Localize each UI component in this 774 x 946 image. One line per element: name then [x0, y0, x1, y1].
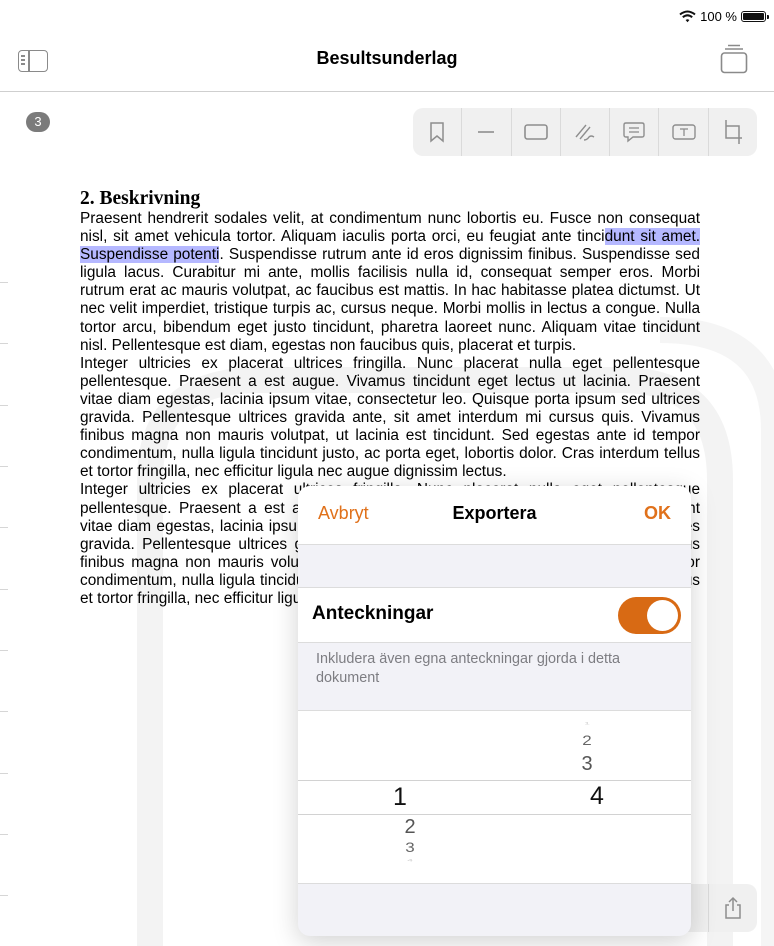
- picker-selection-band: [298, 780, 691, 815]
- annotation-toolbar: [413, 108, 757, 156]
- line-icon: [478, 131, 495, 133]
- dialog-header: Avbryt Exportera OK: [298, 486, 691, 545]
- bookmark-tool[interactable]: [413, 108, 463, 156]
- picker-value: 3: [405, 839, 415, 856]
- crop-tool[interactable]: [709, 108, 757, 156]
- paragraph: Praesent hendrerit sodales velit, at con…: [80, 210, 701, 354]
- comment-icon: [623, 122, 645, 143]
- annotations-option-row: Anteckningar: [298, 587, 691, 643]
- picker-value: 4: [407, 858, 413, 863]
- battery-percentage: 100 %: [700, 9, 737, 24]
- annotations-description: Inkludera även egna anteckningar gjorda …: [316, 651, 621, 686]
- line-tool[interactable]: [462, 108, 512, 156]
- bookmark-icon: [430, 122, 444, 143]
- document-title: Besultsunderlag: [316, 48, 458, 68]
- annotations-label: Anteckningar: [312, 603, 434, 624]
- toggle-knob: [647, 600, 678, 631]
- text-box-tool[interactable]: [659, 108, 709, 156]
- picker-selected-to[interactable]: 4: [580, 782, 614, 811]
- signature-tool[interactable]: [561, 108, 611, 156]
- nav-bar: Besultsunderlag: [0, 34, 774, 92]
- text-box-icon: [671, 124, 696, 140]
- section-heading: 2. Beskrivning: [80, 188, 201, 209]
- picker-selected-from[interactable]: 1: [383, 783, 417, 812]
- page-range-picker[interactable]: 1 2 3 4 1 2 3 4: [298, 710, 691, 884]
- crop-icon: [725, 120, 742, 144]
- ok-button[interactable]: OK: [644, 503, 671, 524]
- paragraph: Integer ultricies ex placerat ultrices f…: [80, 354, 700, 481]
- wifi-icon: [679, 10, 696, 23]
- rectangle-icon: [523, 124, 548, 140]
- signature-icon: [575, 124, 595, 141]
- share-icon: [725, 896, 741, 919]
- picker-value: 2: [582, 732, 592, 749]
- page-number-badge: 3: [26, 112, 50, 132]
- share-button[interactable]: [708, 884, 757, 932]
- battery-icon: [741, 11, 769, 22]
- picker-value: 1: [584, 721, 590, 726]
- dialog-title: Exportera: [452, 503, 537, 523]
- document-stack-icon[interactable]: [719, 44, 749, 74]
- export-dialog: Avbryt Exportera OK Anteckningar Inklude…: [298, 486, 691, 936]
- picker-value: 2: [404, 816, 416, 838]
- rectangle-tool[interactable]: [512, 108, 561, 156]
- status-bar: 100 %: [0, 0, 774, 34]
- comment-tool[interactable]: [610, 108, 660, 156]
- picker-value: 3: [581, 753, 593, 775]
- annotations-toggle[interactable]: [618, 597, 681, 634]
